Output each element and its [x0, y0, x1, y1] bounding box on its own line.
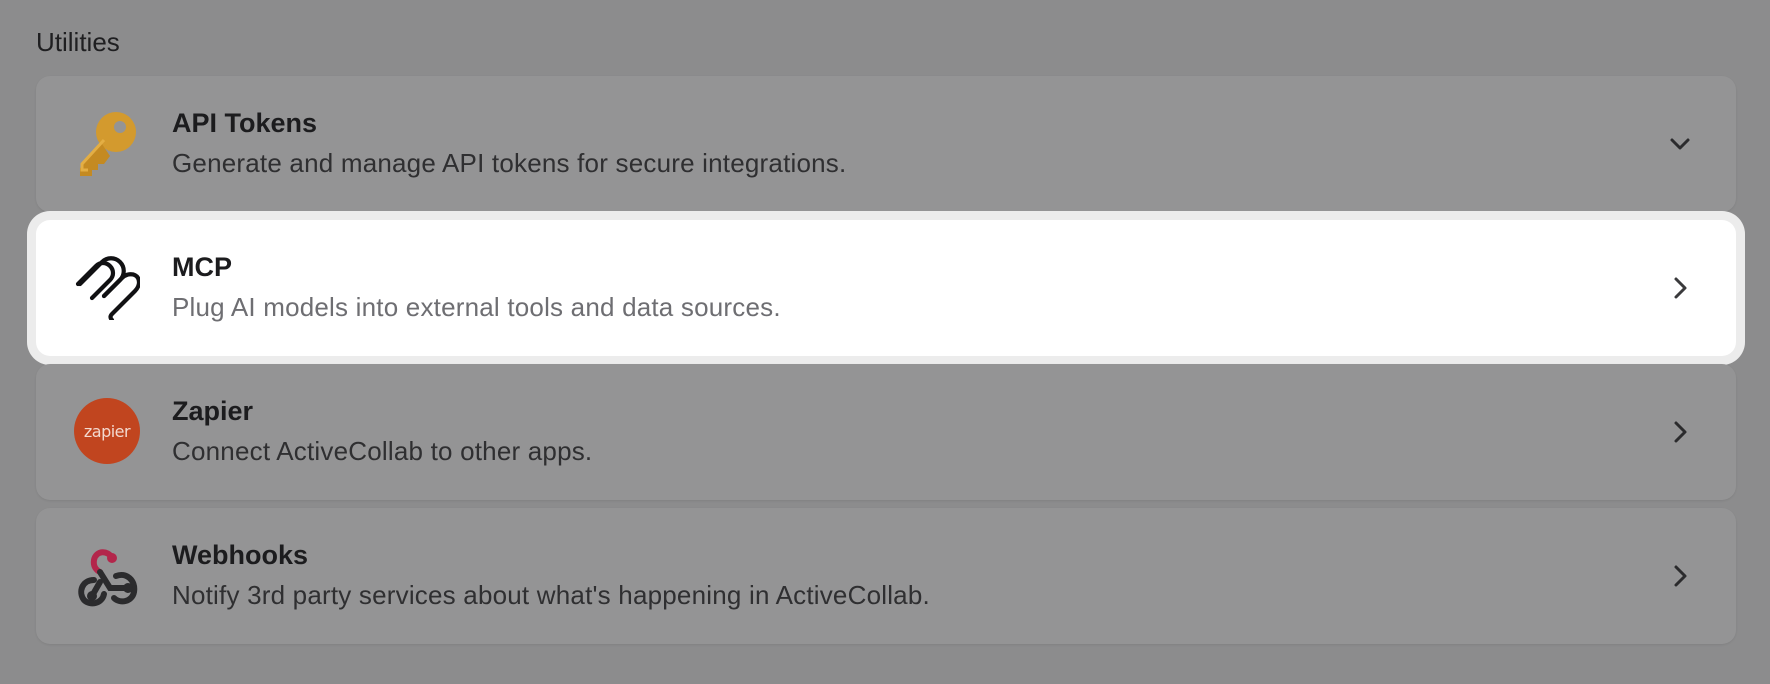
zapier-card[interactable]: zapier Zapier Connect ActiveCollab to ot… — [36, 364, 1736, 500]
zapier-icon: zapier — [74, 398, 140, 464]
api-tokens-card[interactable]: API Tokens Generate and manage API token… — [36, 76, 1736, 212]
key-icon — [74, 110, 140, 176]
card-title: API Tokens — [172, 108, 318, 138]
card-title: Webhooks — [172, 540, 309, 570]
mcp-icon — [74, 254, 140, 320]
chevron-down-icon[interactable] — [1664, 128, 1696, 160]
card-title: Zapier — [172, 396, 254, 426]
card-description: Generate and manage API tokens for secur… — [172, 148, 847, 178]
card-title: MCP — [172, 252, 232, 282]
card-description: Connect ActiveCollab to other apps. — [172, 436, 593, 466]
mcp-card[interactable]: MCP Plug AI models into external tools a… — [36, 220, 1736, 356]
chevron-right-icon[interactable] — [1664, 272, 1696, 304]
card-description: Notify 3rd party services about what's h… — [172, 580, 930, 610]
webhooks-icon — [74, 542, 140, 608]
section-title: Utilities — [36, 27, 120, 57]
webhooks-card[interactable]: Webhooks Notify 3rd party services about… — [36, 508, 1736, 644]
card-description: Plug AI models into external tools and d… — [172, 292, 781, 322]
chevron-right-icon[interactable] — [1664, 416, 1696, 448]
chevron-right-icon[interactable] — [1664, 560, 1696, 592]
